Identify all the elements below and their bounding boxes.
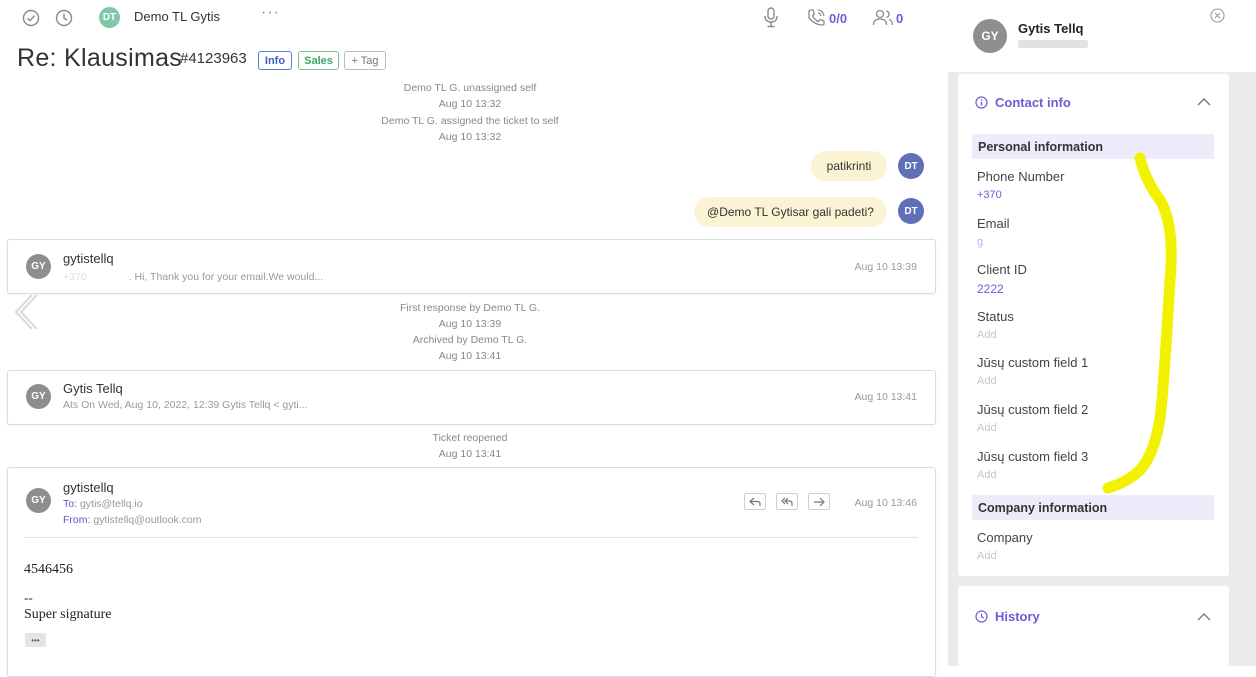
event-time: Aug 10 13:41 [438,350,502,362]
email-time: Aug 10 13:46 [854,497,917,509]
custom-field-1-add[interactable]: Add [977,375,997,387]
field-label: Client ID [977,262,1027,277]
note-mention[interactable]: @Demo TL Gytis [707,205,799,219]
field-label: Email [977,216,1010,231]
contact-subtitle [1018,40,1088,48]
participants-count: 0 [896,11,904,26]
custom-field-2-add[interactable]: Add [977,422,997,434]
message-time: Aug 10 13:39 [854,261,917,273]
calls-count: 0/0 [829,11,848,26]
message-time: Aug 10 13:41 [854,391,917,403]
message-card[interactable]: GY Gytis Tellq Ats On Wed, Aug 10, 2022,… [7,370,936,425]
history-title[interactable]: History [995,609,1040,624]
contact-name: Gytis Tellq [1018,21,1084,36]
email-to: To: gytis@tellq.io [63,498,143,510]
event-time: Aug 10 13:32 [438,131,502,143]
chevron-up-icon[interactable] [1197,612,1211,621]
field-label: Company [977,530,1033,545]
field-label: Status [977,309,1014,324]
note-avatar: DT [898,198,924,224]
history-card [958,586,1229,666]
reply-button[interactable] [744,493,766,510]
email-divider [25,537,918,538]
event-assigned: Demo TL G. assigned the ticket to self [381,115,559,127]
show-quoted-button[interactable]: ••• [25,633,46,647]
users-icon[interactable] [872,9,894,27]
add-tag-button[interactable]: + Tag [344,51,386,70]
forward-icon [814,497,825,506]
snippet-text: . Hi, Thank you for your email.We would.… [128,271,324,283]
note-text: ar gali padeti? [798,205,874,219]
agent-name[interactable]: Demo TL Gytis [134,9,220,24]
info-icon [975,96,988,109]
reply-icon [749,497,761,506]
phone-icon[interactable] [806,8,826,28]
event-first-response: First response by Demo TL G. [399,302,541,314]
sender-name: Gytis Tellq [63,381,123,396]
to-value: gytis@tellq.io [79,498,143,510]
ticket-title: Re: Klausimas [17,44,183,72]
from-label: From: [63,514,91,526]
custom-field-3-add[interactable]: Add [977,469,997,481]
sender-avatar: GY [26,254,51,279]
client-id-value[interactable]: 2222 [977,282,1004,296]
event-time: Aug 10 13:39 [438,318,502,330]
field-label: Jūsų custom field 1 [977,355,1089,370]
field-label: Jūsų custom field 3 [977,449,1089,464]
sender-avatar: GY [26,384,51,409]
tag-sales[interactable]: Sales [298,51,339,70]
event-time: Aug 10 13:41 [438,448,502,460]
note-bubble: @Demo TL Gytis ar gali padeti? [694,197,887,227]
sender-phone: +370 [63,271,87,283]
field-label: Phone Number [977,169,1065,184]
message-snippet: +370 . Hi, Thank you for your email.We wo… [63,271,323,283]
message-card[interactable]: GY gytistellq +370 . Hi, Thank you for yo… [7,239,936,294]
more-menu-button[interactable]: ··· [261,4,280,22]
note-avatar: DT [898,153,924,179]
tag-info[interactable]: Info [258,51,292,70]
chevron-up-icon[interactable] [1197,97,1211,106]
ticket-number: #4123963 [180,50,247,67]
field-label: Jūsų custom field 2 [977,402,1089,417]
email-body: 4546456 [24,562,73,577]
email-from: From: gytistellq@outlook.com [63,514,201,526]
clock-icon[interactable] [55,9,73,27]
message-snippet: Ats On Wed, Aug 10, 2022, 12:39 Gytis Te… [63,399,308,411]
reply-all-icon [781,497,793,506]
email-signature: Super signature [24,607,112,622]
sender-avatar: GY [26,488,51,513]
sender-name: gytistellq [63,251,114,266]
status-add[interactable]: Add [977,329,997,341]
event-archived: Archived by Demo TL G. [412,334,528,346]
from-value: gytistellq@outlook.com [93,514,202,526]
event-unassigned: Demo TL G. unassigned self [403,82,537,94]
history-icon [975,610,988,623]
contact-avatar: GY [973,19,1007,53]
forward-button[interactable] [808,493,830,510]
to-label: To: [63,498,78,510]
sender-name: gytistellq [63,480,114,495]
note-text: patikrinti [826,159,872,173]
note-bubble: patikrinti [811,151,887,181]
check-circle-icon[interactable] [22,9,40,27]
reply-all-button[interactable] [776,493,798,510]
highlight-annotation [1100,150,1190,500]
email-value[interactable]: g [977,236,983,248]
contact-info-title[interactable]: Contact info [995,95,1071,110]
close-icon[interactable] [1210,8,1225,23]
expand-dots: ••• [31,635,40,645]
microphone-icon[interactable] [763,7,779,29]
agent-avatar: DT [99,7,120,28]
event-time: Aug 10 13:32 [438,98,502,110]
event-reopened: Ticket reopened [432,432,508,444]
phone-value[interactable]: +370 [977,189,1002,201]
signature-separator: -- [24,590,33,605]
company-add[interactable]: Add [977,550,997,562]
